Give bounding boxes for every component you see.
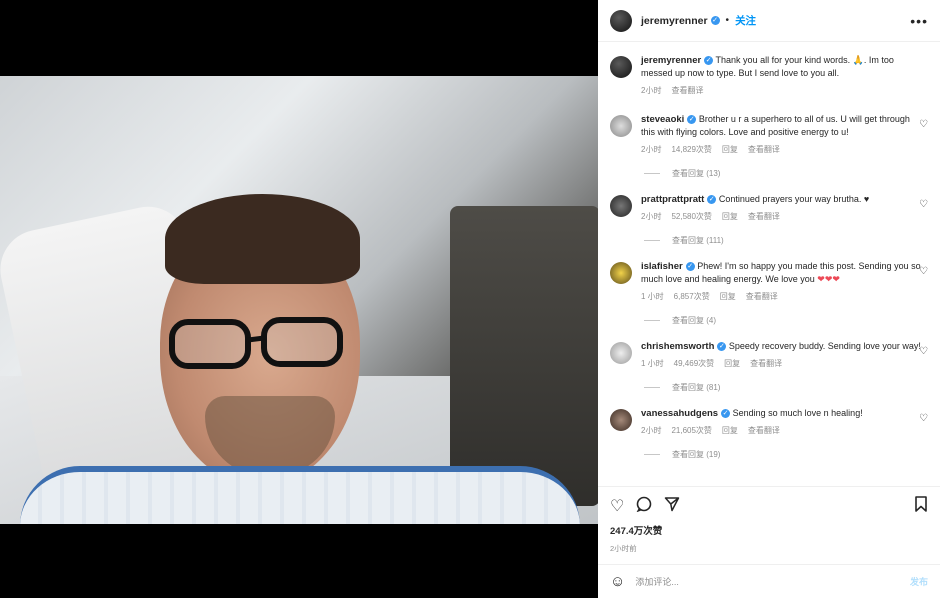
post-photo[interactable] <box>0 76 598 524</box>
avatar[interactable] <box>610 342 632 364</box>
see-translation-link[interactable]: 查看翻译 <box>671 86 703 95</box>
view-replies-button[interactable]: 查看回复 (111) <box>644 235 928 246</box>
comment-likes[interactable]: 52,580次赞 <box>671 212 711 221</box>
post-header: jeremyrenner ✓ • 关注 ••• <box>598 0 940 42</box>
share-icon[interactable] <box>664 496 680 517</box>
reply-button[interactable]: 回复 <box>722 212 738 221</box>
reply-button[interactable]: 回复 <box>722 145 738 154</box>
add-comment-bar: ☺ 添加评论... 发布 <box>598 564 940 598</box>
avatar[interactable] <box>610 115 632 137</box>
photo-hair <box>165 194 360 284</box>
verified-icon: ✓ <box>685 262 695 272</box>
bookmark-icon[interactable] <box>914 495 928 517</box>
comment-time: 1 小时 <box>641 292 664 301</box>
comment-likes[interactable]: 14,829次赞 <box>671 145 711 154</box>
emoji-icon[interactable]: ☺ <box>610 573 625 590</box>
comment-text: Sending so much love n healing! <box>732 408 863 418</box>
caption-username[interactable]: jeremyrenner <box>641 55 701 66</box>
see-translation-link[interactable]: 查看翻译 <box>746 292 778 301</box>
view-replies-button[interactable]: 查看回复 (19) <box>644 449 928 460</box>
reply-button[interactable]: 回复 <box>722 426 738 435</box>
more-options-icon[interactable]: ••• <box>910 13 928 29</box>
photo-gown <box>20 466 580 524</box>
post-time: 2小时前 <box>610 544 637 553</box>
comment-time: 2小时 <box>641 145 662 154</box>
comment-text: Speedy recovery buddy. Sending love your… <box>728 341 921 351</box>
avatar[interactable] <box>610 262 632 284</box>
verified-icon: ✓ <box>704 56 714 66</box>
comment-time: 2小时 <box>641 212 662 221</box>
avatar[interactable] <box>610 195 632 217</box>
header-username[interactable]: jeremyrenner <box>641 15 708 27</box>
reply-button[interactable]: 回复 <box>720 292 736 301</box>
comment-list[interactable]: jeremyrenner ✓ Thank you all for your kin… <box>598 42 940 486</box>
post-comment-button[interactable]: 发布 <box>910 575 928 588</box>
see-translation-link[interactable]: 查看翻译 <box>748 212 780 221</box>
comment-item: prattprattpratt ✓ Continued prayers your … <box>610 193 928 223</box>
post-panel: jeremyrenner ✓ • 关注 ••• jeremyrenner ✓ Th… <box>598 0 940 598</box>
view-replies-button[interactable]: 查看回复 (81) <box>644 382 928 393</box>
comment-time: 1 小时 <box>641 359 664 368</box>
comment-username[interactable]: vanessahudgens <box>641 408 718 419</box>
follow-button[interactable]: 关注 <box>735 13 756 28</box>
comment-input[interactable]: 添加评论... <box>635 575 679 588</box>
comment-text: Continued prayers your way brutha. ♥ <box>718 194 870 204</box>
view-replies-button[interactable]: 查看回复 (4) <box>644 315 928 326</box>
verified-icon: ✓ <box>710 16 720 25</box>
avatar[interactable] <box>610 409 632 431</box>
reply-button[interactable]: 回复 <box>724 359 740 368</box>
like-count[interactable]: 247.4万次赞 <box>610 523 928 537</box>
avatar[interactable] <box>610 9 632 32</box>
comment-item: steveaoki ✓ Brother u r a superhero to al… <box>610 113 928 156</box>
like-heart-icon[interactable]: ♡ <box>610 496 624 516</box>
view-replies-label: 查看回复 (111) <box>672 236 724 245</box>
see-translation-link[interactable]: 查看翻译 <box>748 145 780 154</box>
red-hearts-emoji: ❤❤❤ <box>817 274 840 284</box>
comment-username[interactable]: steveaoki <box>641 114 684 125</box>
comment-username[interactable]: islafisher <box>641 261 683 272</box>
photo-glasses <box>169 317 343 369</box>
dot-separator: • <box>725 15 730 26</box>
caption-time: 2小时 <box>641 86 662 95</box>
comment-time: 2小时 <box>641 426 662 435</box>
comment-icon[interactable] <box>636 496 652 517</box>
avatar[interactable] <box>610 56 632 78</box>
photo-chair <box>450 206 598 506</box>
comment-item: islafisher ✓ Phew! I'm so happy you made … <box>610 260 928 303</box>
like-comment-heart-icon[interactable]: ♡ <box>919 413 928 424</box>
verified-icon: ✓ <box>717 342 727 352</box>
post-actions: ♡ 247.4万次赞 2小时前 <box>598 486 940 554</box>
like-comment-heart-icon[interactable]: ♡ <box>919 346 928 357</box>
comment-likes[interactable]: 6,857次赞 <box>674 292 710 301</box>
like-comment-heart-icon[interactable]: ♡ <box>919 266 928 277</box>
see-translation-link[interactable]: 查看翻译 <box>750 359 782 368</box>
view-replies-label: 查看回复 (81) <box>672 383 721 392</box>
verified-icon: ✓ <box>707 195 717 205</box>
comment-item: chrishemsworth ✓ Speedy recovery buddy. S… <box>610 340 928 370</box>
media-viewer <box>0 0 598 598</box>
view-replies-label: 查看回复 (19) <box>672 450 721 459</box>
view-replies-label: 查看回复 (4) <box>672 316 716 325</box>
comment-username[interactable]: prattprattpratt <box>641 194 704 205</box>
like-comment-heart-icon[interactable]: ♡ <box>919 199 928 210</box>
comment-likes[interactable]: 21,605次赞 <box>671 426 711 435</box>
comment-username[interactable]: chrishemsworth <box>641 341 714 352</box>
view-replies-button[interactable]: 查看回复 (13) <box>644 168 928 179</box>
verified-icon: ✓ <box>687 115 697 125</box>
see-translation-link[interactable]: 查看翻译 <box>748 426 780 435</box>
comment-likes[interactable]: 49,469次赞 <box>674 359 714 368</box>
comment-item: vanessahudgens ✓ Sending so much love n h… <box>610 407 928 437</box>
caption: jeremyrenner ✓ Thank you all for your kin… <box>610 54 928 97</box>
view-replies-label: 查看回复 (13) <box>672 169 721 178</box>
like-comment-heart-icon[interactable]: ♡ <box>919 119 928 130</box>
verified-icon: ✓ <box>721 409 731 419</box>
